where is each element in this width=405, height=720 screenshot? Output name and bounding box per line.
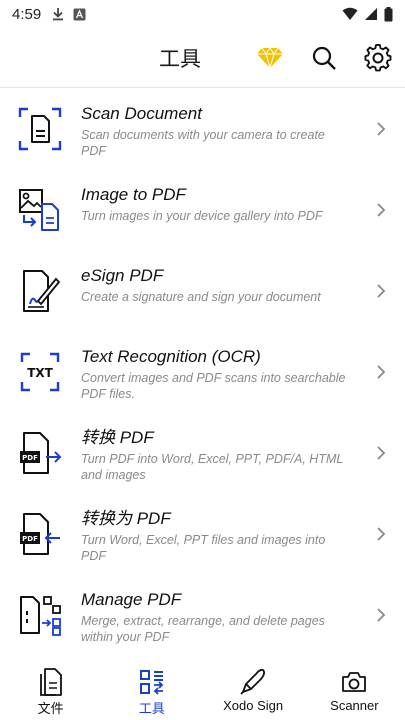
tool-item-convert-to-pdf[interactable]: PDF 转换为 PDF Turn Word, Excel, PPT files … — [0, 494, 405, 575]
tool-description: Create a signature and sign your documen… — [81, 290, 321, 304]
tools-icon — [138, 668, 166, 696]
chevron-right-icon — [377, 446, 386, 460]
app-bar: 工具 — [0, 28, 405, 88]
svg-text:PDF: PDF — [22, 454, 38, 462]
tool-description: Scan documents with your camera to creat… — [81, 128, 325, 158]
status-bar: 4:59 — [0, 0, 405, 28]
tool-description: Convert images and PDF scans into search… — [81, 371, 346, 401]
chevron-right-icon — [377, 608, 386, 622]
xodo-sign-pen-icon — [239, 668, 267, 696]
nav-label: 工具 — [138, 701, 165, 716]
tool-description: Turn PDF into Word, Excel, PPT, PDF/A, H… — [81, 452, 344, 482]
tool-description: Merge, extract, rearrange, and delete pa… — [81, 614, 325, 644]
tool-title: 转换 PDF — [81, 428, 154, 447]
battery-icon — [384, 6, 393, 21]
page-title: 工具 — [159, 46, 201, 71]
tool-item-esign-pdf[interactable]: eSign PDF Create a signature and sign yo… — [0, 251, 405, 332]
nav-item-files[interactable]: 文件 — [0, 660, 101, 720]
image-to-pdf-icon — [18, 188, 62, 232]
svg-text:TXT: TXT — [27, 366, 53, 380]
status-notification-icons — [51, 7, 86, 21]
nav-label: Xodo Sign — [223, 698, 284, 713]
app-notification-icon — [73, 8, 86, 20]
status-time: 4:59 — [12, 5, 42, 23]
tool-list: Scan Document Scan documents with your c… — [0, 89, 405, 656]
wifi-icon — [342, 7, 358, 20]
chevron-right-icon — [377, 284, 386, 298]
tool-title: 转换为 PDF — [81, 509, 171, 528]
tool-item-scan-document[interactable]: Scan Document Scan documents with your c… — [0, 89, 405, 170]
settings-gear-icon[interactable] — [363, 43, 393, 73]
ocr-txt-icon: TXT — [18, 350, 62, 394]
tool-description: Turn Word, Excel, PPT files and images i… — [81, 533, 326, 563]
premium-diamond-icon[interactable] — [255, 43, 285, 73]
download-icon — [53, 8, 64, 21]
tool-title: Text Recognition (OCR) — [81, 347, 261, 366]
nav-item-scanner[interactable]: Scanner — [304, 660, 405, 720]
svg-text:PDF: PDF — [22, 535, 38, 543]
convert-from-pdf-icon: PDF — [18, 431, 62, 475]
tool-description: Turn images in your device gallery into … — [81, 209, 323, 223]
files-icon — [37, 668, 65, 696]
tool-title: Image to PDF — [81, 185, 186, 204]
tool-item-convert-pdf[interactable]: PDF 转换 PDF Turn PDF into Word, Excel, PP… — [0, 413, 405, 494]
tool-item-ocr[interactable]: TXT Text Recognition (OCR) Convert image… — [0, 332, 405, 413]
status-system-icons — [342, 6, 393, 22]
chevron-right-icon — [377, 527, 386, 541]
bottom-navigation: 文件 工具 Xodo Sign Scanner — [0, 660, 405, 720]
tool-item-manage-pdf[interactable]: Manage PDF Merge, extract, rearrange, an… — [0, 575, 405, 656]
esign-icon — [18, 269, 62, 313]
chevron-right-icon — [377, 122, 386, 136]
tool-item-image-to-pdf[interactable]: Image to PDF Turn images in your device … — [0, 170, 405, 251]
chevron-right-icon — [377, 203, 386, 217]
chevron-right-icon — [377, 365, 386, 379]
nav-label: Scanner — [330, 698, 379, 713]
manage-pdf-icon — [18, 593, 62, 637]
search-icon[interactable] — [309, 43, 339, 73]
scan-document-icon — [18, 107, 62, 151]
nav-label: 文件 — [37, 701, 64, 716]
nav-item-xodo-sign[interactable]: Xodo Sign — [203, 660, 304, 720]
signal-icon — [365, 8, 377, 20]
nav-item-tools[interactable]: 工具 — [101, 660, 202, 720]
convert-to-pdf-icon: PDF — [18, 512, 62, 556]
tool-title: Scan Document — [81, 104, 202, 123]
tool-title: Manage PDF — [81, 590, 182, 609]
tool-title: eSign PDF — [81, 266, 164, 285]
camera-icon — [340, 668, 368, 696]
